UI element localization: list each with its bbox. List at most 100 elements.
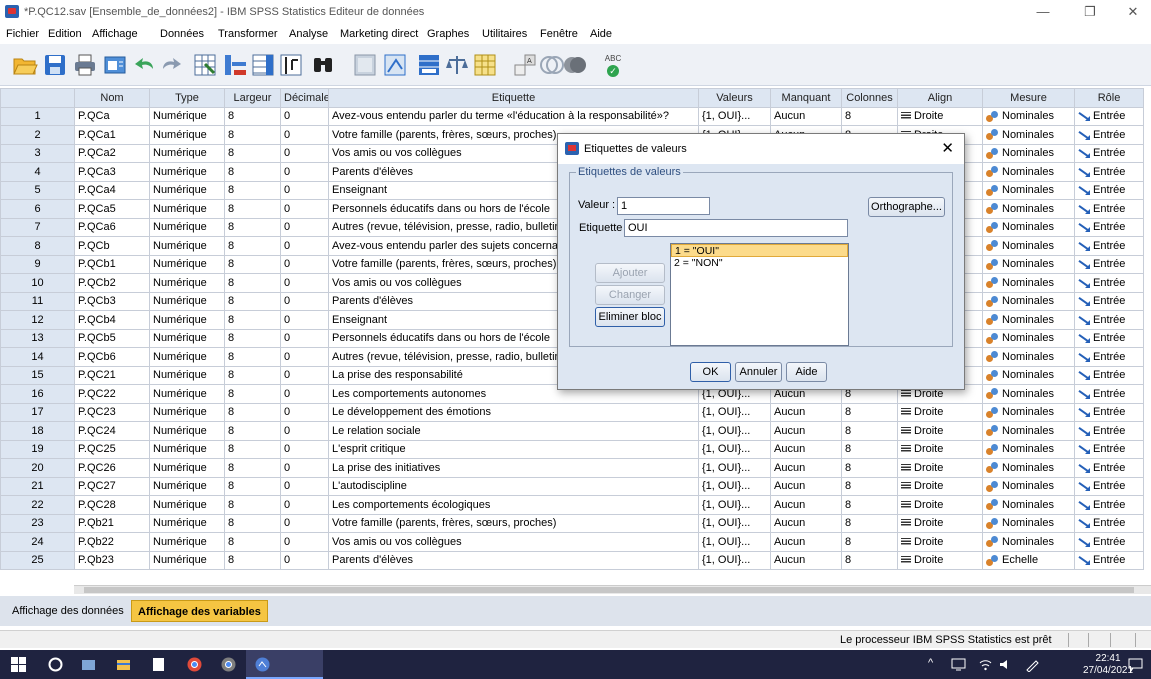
cell-mesure[interactable]: Nominales [982, 439, 1075, 459]
col-header-colonnes[interactable]: Colonnes [841, 88, 898, 108]
cell-decimales[interactable]: 0 [280, 328, 329, 348]
cell-role[interactable]: Entrée [1074, 291, 1144, 311]
row-number[interactable]: 7 [0, 217, 75, 237]
row-number[interactable]: 5 [0, 180, 75, 200]
list-item[interactable]: 1 = "OUI" [671, 244, 848, 257]
cell-role[interactable]: Entrée [1074, 365, 1144, 385]
cell-nom[interactable]: P.QC23 [74, 402, 150, 422]
cell-manquant[interactable]: Aucun [770, 476, 842, 496]
cell-etiquette[interactable]: L'esprit critique [328, 439, 699, 459]
cell-mesure[interactable]: Nominales [982, 495, 1075, 515]
cell-manquant[interactable]: Aucun [770, 439, 842, 459]
cell-role[interactable]: Entrée [1074, 328, 1144, 348]
cell-manquant[interactable]: Aucun [770, 421, 842, 441]
row-number[interactable]: 20 [0, 458, 75, 478]
cell-largeur[interactable]: 8 [224, 458, 281, 478]
cell-align[interactable]: Droite [897, 106, 983, 126]
goto-case-icon[interactable] [192, 52, 218, 78]
cell-colonnes[interactable]: 8 [841, 513, 898, 533]
cell-type[interactable]: Numérique [149, 199, 225, 219]
cell-decimales[interactable]: 0 [280, 310, 329, 330]
cell-mesure[interactable]: Nominales [982, 513, 1075, 533]
menu-fenetre[interactable]: Fenêtre [540, 28, 578, 40]
cell-type[interactable]: Numérique [149, 180, 225, 200]
cell-nom[interactable]: P.Qb21 [74, 513, 150, 533]
menu-donnees[interactable]: Données [160, 28, 204, 40]
row-number[interactable]: 11 [0, 291, 75, 311]
cell-role[interactable]: Entrée [1074, 532, 1144, 552]
label-input[interactable]: OUI [624, 219, 848, 237]
cell-largeur[interactable]: 8 [224, 236, 281, 256]
notification-icon[interactable] [1128, 657, 1143, 672]
cell-type[interactable]: Numérique [149, 106, 225, 126]
row-number[interactable]: 22 [0, 495, 75, 515]
cell-colonnes[interactable]: 8 [841, 495, 898, 515]
cell-nom[interactable]: P.Qb23 [74, 550, 150, 570]
table-row[interactable]: 17 P.QC23 Numérique 8 0 Le développement des … [0, 402, 1144, 422]
cell-etiquette[interactable]: Le relation sociale [328, 421, 699, 441]
cell-nom[interactable]: P.QCb6 [74, 347, 150, 367]
cell-nom[interactable]: P.QC21 [74, 365, 150, 385]
wifi-icon[interactable] [978, 657, 993, 672]
cell-align[interactable]: Droite [897, 458, 983, 478]
show-all-icon[interactable] [562, 52, 588, 78]
cell-decimales[interactable]: 0 [280, 217, 329, 237]
cell-manquant[interactable]: Aucun [770, 532, 842, 552]
cell-role[interactable]: Entrée [1074, 439, 1144, 459]
row-number[interactable]: 10 [0, 273, 75, 293]
cell-type[interactable]: Numérique [149, 328, 225, 348]
cell-type[interactable]: Numérique [149, 143, 225, 163]
cell-type[interactable]: Numérique [149, 513, 225, 533]
cell-mesure[interactable]: Nominales [982, 365, 1075, 385]
cell-mesure[interactable]: Nominales [982, 199, 1075, 219]
cell-decimales[interactable]: 0 [280, 143, 329, 163]
cell-mesure[interactable]: Nominales [982, 532, 1075, 552]
pen-icon[interactable] [1025, 657, 1040, 672]
cell-largeur[interactable]: 8 [224, 439, 281, 459]
menu-utilitaires[interactable]: Utilitaires [482, 28, 527, 40]
cell-role[interactable]: Entrée [1074, 495, 1144, 515]
cell-mesure[interactable]: Nominales [982, 180, 1075, 200]
cell-decimales[interactable]: 0 [280, 125, 329, 145]
cell-decimales[interactable]: 0 [280, 199, 329, 219]
cell-align[interactable]: Droite [897, 476, 983, 496]
cell-role[interactable]: Entrée [1074, 254, 1144, 274]
row-number[interactable]: 18 [0, 421, 75, 441]
cell-largeur[interactable]: 8 [224, 365, 281, 385]
cell-decimales[interactable]: 0 [280, 439, 329, 459]
cell-largeur[interactable]: 8 [224, 310, 281, 330]
cell-etiquette[interactable]: Vos amis ou vos collègues [328, 532, 699, 552]
cell-decimales[interactable]: 0 [280, 347, 329, 367]
select-cases-icon[interactable] [472, 52, 498, 78]
cell-type[interactable]: Numérique [149, 495, 225, 515]
cell-role[interactable]: Entrée [1074, 347, 1144, 367]
cell-role[interactable]: Entrée [1074, 421, 1144, 441]
cell-largeur[interactable]: 8 [224, 162, 281, 182]
menu-edition[interactable]: Edition [48, 28, 82, 40]
table-row[interactable]: 19 P.QC25 Numérique 8 0 L'esprit critique {1, … [0, 439, 1144, 459]
cell-type[interactable]: Numérique [149, 347, 225, 367]
cell-decimales[interactable]: 0 [280, 106, 329, 126]
cell-type[interactable]: Numérique [149, 273, 225, 293]
cell-valeurs[interactable]: {1, OUI}... [698, 513, 771, 533]
notepad-icon[interactable] [151, 657, 166, 672]
table-row[interactable]: 21 P.QC27 Numérique 8 0 L'autodiscipline {1, O… [0, 476, 1144, 496]
menu-graphes[interactable]: Graphes [427, 28, 469, 40]
cell-decimales[interactable]: 0 [280, 236, 329, 256]
cell-decimales[interactable]: 0 [280, 402, 329, 422]
cell-nom[interactable]: P.QC28 [74, 495, 150, 515]
value-labels-icon[interactable]: A [512, 52, 538, 78]
cell-colonnes[interactable]: 8 [841, 439, 898, 459]
row-number[interactable]: 19 [0, 439, 75, 459]
cell-role[interactable]: Entrée [1074, 217, 1144, 237]
spell-check-icon[interactable]: ABC ✓ [600, 53, 626, 79]
cell-nom[interactable]: P.QCb5 [74, 328, 150, 348]
row-number[interactable]: 6 [0, 199, 75, 219]
menu-fichier[interactable]: Fichier [6, 28, 39, 40]
cell-nom[interactable]: P.QCa1 [74, 125, 150, 145]
table-row[interactable]: 22 P.QC28 Numérique 8 0 Les comportements éco… [0, 495, 1144, 515]
row-number[interactable]: 9 [0, 254, 75, 274]
cell-type[interactable]: Numérique [149, 550, 225, 570]
menu-transformer[interactable]: Transformer [218, 28, 278, 40]
cell-role[interactable]: Entrée [1074, 513, 1144, 533]
